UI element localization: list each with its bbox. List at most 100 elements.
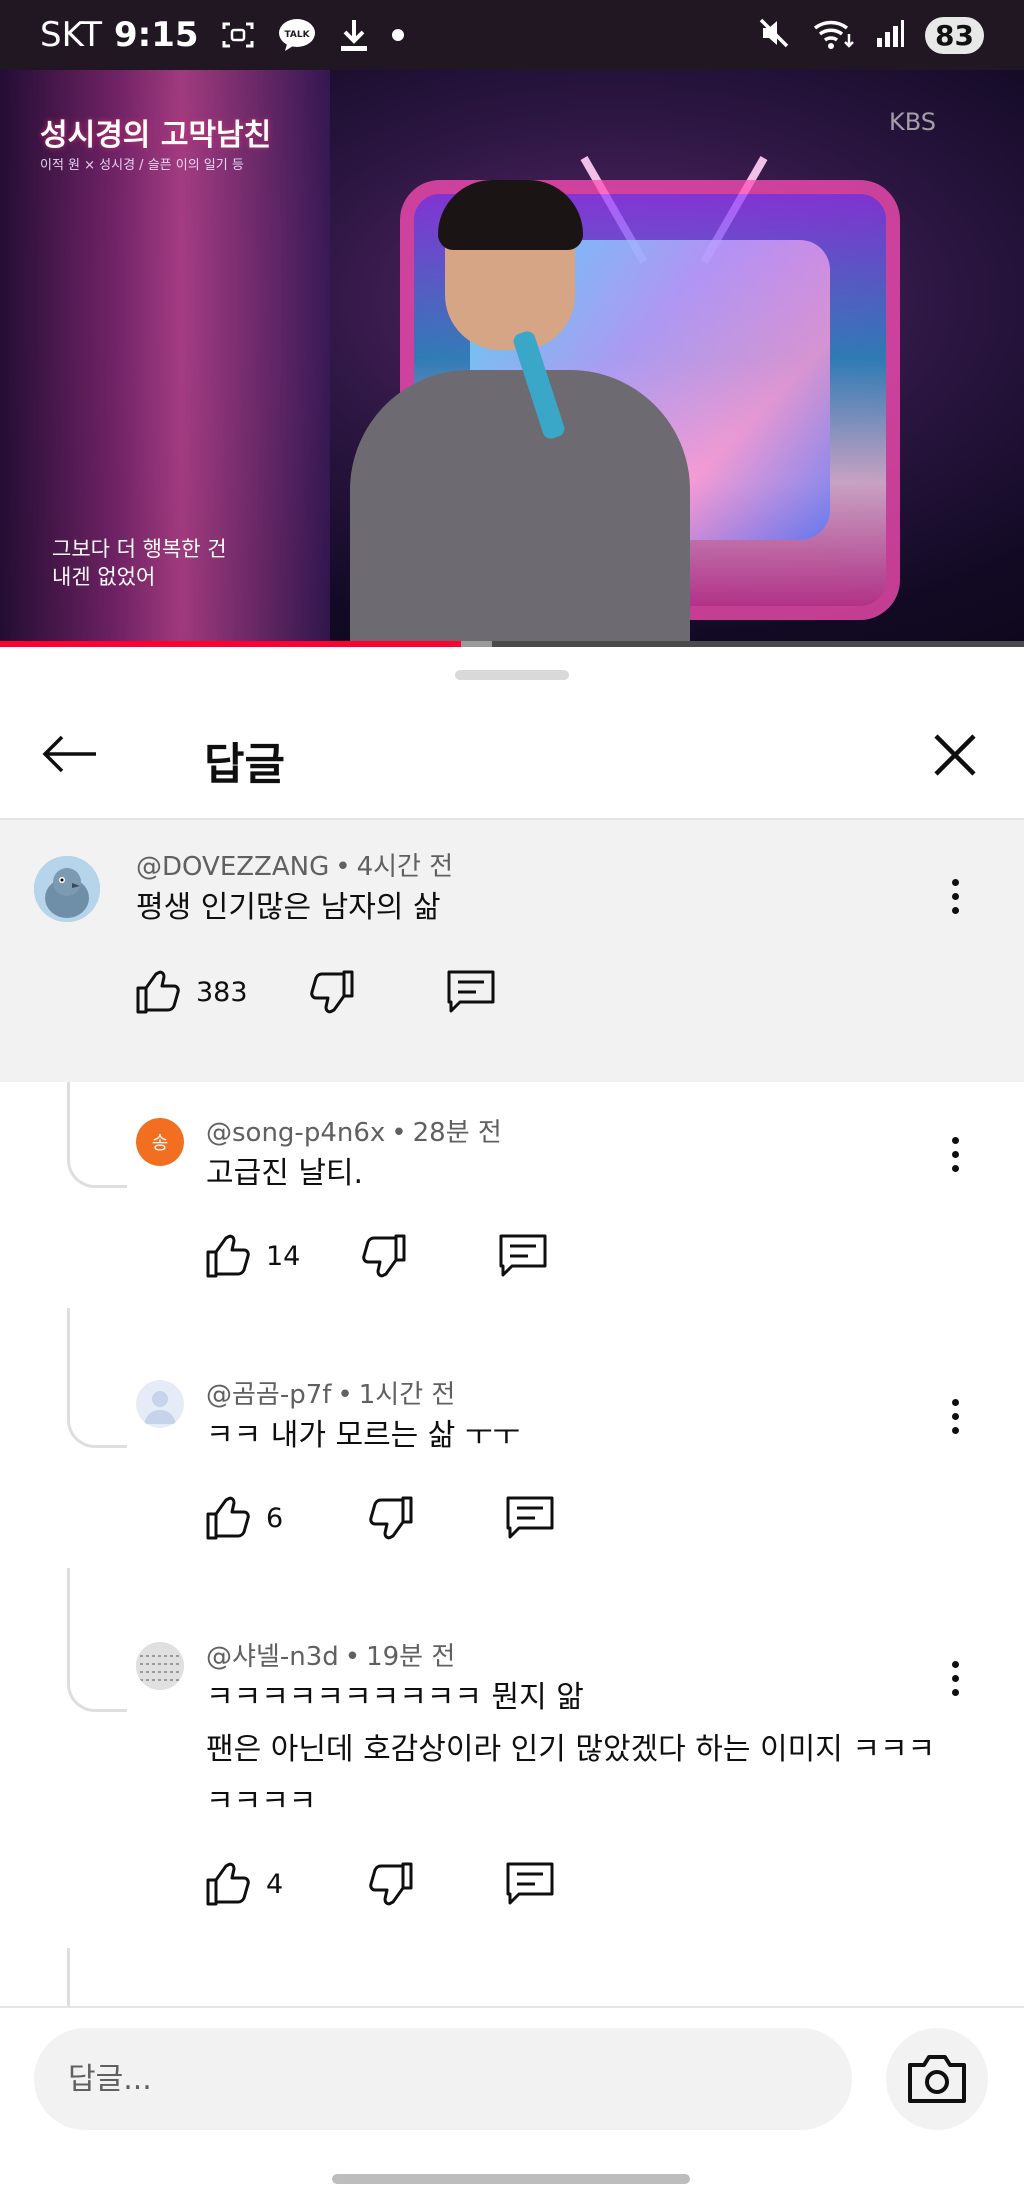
video-buffer-bar <box>460 641 492 647</box>
reply-button[interactable] <box>498 1232 548 1280</box>
thread-line <box>67 1948 70 2006</box>
more-options-button[interactable] <box>935 1124 975 1184</box>
meta-separator: • <box>344 1642 361 1672</box>
show-logo-subtitle: 이적 원 × 성시경 / 슬픈 이의 일기 등 <box>40 158 244 173</box>
thumbs-up-icon <box>206 1496 250 1540</box>
default-avatar-icon <box>144 1391 176 1424</box>
comment-handle[interactable]: @song-p4n6x <box>206 1118 385 1148</box>
thumbs-up-icon <box>136 970 180 1014</box>
subtitle-line: 그보다 더 행복한 건 <box>52 537 227 561</box>
dislike-button[interactable] <box>360 1232 408 1280</box>
comment-meta: @song-p4n6x • 28분 전 <box>206 1112 502 1149</box>
parent-comment: @DOVEZZANG • 4시간 전 평생 인기많은 남자의 삶 383 <box>0 820 1024 1082</box>
like-count: 383 <box>196 976 248 1008</box>
dislike-button[interactable] <box>367 1494 415 1542</box>
close-button[interactable] <box>922 722 988 788</box>
avatar[interactable] <box>34 856 100 922</box>
comment-text: ㅋㅋㅋㅋㅋㅋㅋㅋㅋㅋ 뭔지 앎 팬은 아닌데 호감상이라 인기 많았겠다 하는 … <box>206 1672 935 1828</box>
carrier-label: SKT <box>40 15 103 55</box>
comment-time: 19분 전 <box>366 1642 456 1672</box>
thumbs-down-icon <box>362 1234 406 1278</box>
video-player[interactable]: 성시경의 고막남친 이적 원 × 성시경 / 슬픈 이의 일기 등 KBS 그보… <box>0 70 1024 645</box>
reply-icon <box>499 1234 547 1277</box>
replies-sheet: 답글 @DOVEZZANG•4시간 전 평생 인기많은 남자의 삶 383 <box>0 648 1024 2196</box>
comment-handle[interactable]: @DOVEZZANG <box>136 852 329 882</box>
wifi-icon <box>811 16 855 54</box>
dislike-button[interactable] <box>308 968 356 1016</box>
like-button[interactable]: 4 <box>204 1860 283 1908</box>
comment-time: 4시간 전 <box>356 852 454 882</box>
like-button[interactable]: 14 <box>204 1232 300 1280</box>
comment-time: 1시간 전 <box>358 1380 456 1410</box>
back-button[interactable] <box>38 722 102 786</box>
comment-meta: @샤넬-n3d • 19분 전 <box>206 1636 455 1673</box>
talk-badge-text: TALK <box>284 30 310 40</box>
thumbs-up-icon <box>206 1234 250 1278</box>
home-indicator[interactable] <box>332 2174 690 2184</box>
broadcaster-watermark: KBS <box>888 108 936 136</box>
comment-actions: 6 <box>204 1494 555 1542</box>
thumbs-down-icon <box>369 1496 413 1540</box>
comment-handle[interactable]: @샤넬-n3d <box>206 1642 339 1672</box>
comment-text-line: ㅋㅋㅋㅋㅋㅋㅋㅋㅋㅋ 뭔지 앎 <box>206 1680 584 1715</box>
thread-connector <box>67 1082 127 1188</box>
reply-icon <box>447 970 495 1013</box>
comment-text: 고급진 날티. <box>206 1156 364 1191</box>
camera-button[interactable] <box>886 2028 988 2130</box>
comment-text: 평생 인기많은 남자의 삶 <box>136 890 441 925</box>
reply-input[interactable] <box>34 2028 852 2130</box>
more-options-button[interactable] <box>935 1648 975 1708</box>
reply-button[interactable] <box>505 1494 555 1542</box>
thumbs-up-icon <box>206 1862 250 1906</box>
avatar[interactable] <box>136 1380 184 1428</box>
comment-actions: 14 <box>204 1232 548 1280</box>
screenshot-icon <box>221 20 255 50</box>
comment-time: 28분 전 <box>412 1118 502 1148</box>
download-icon <box>339 18 369 52</box>
sheet-title: 답글 <box>204 739 285 790</box>
close-icon <box>934 734 976 776</box>
comment-meta: @DOVEZZANG • 4시간 전 <box>136 846 453 883</box>
arrow-left-icon <box>42 735 96 773</box>
thread-connector <box>67 1308 127 1448</box>
clock: 9:15 <box>114 15 199 55</box>
pattern-avatar-icon <box>136 1642 184 1690</box>
comment-actions: 4 <box>204 1860 555 1908</box>
like-count: 6 <box>266 1502 284 1534</box>
reply-icon <box>506 1862 554 1905</box>
comment-handle[interactable]: @곰곰-p7f <box>206 1380 331 1410</box>
show-logo: 성시경의 고막남친 <box>40 118 272 153</box>
singer-hair <box>438 180 583 250</box>
status-bar: SKT 9:15 TALK 83 <box>0 0 1024 70</box>
avatar[interactable] <box>136 1642 184 1690</box>
like-count: 14 <box>266 1240 301 1272</box>
comment-text-line: 팬은 아닌데 호감상이라 인기 많았겠다 하는 이미지 ㅋㅋㅋ <box>206 1732 936 1767</box>
thumbs-down-icon <box>309 970 354 1014</box>
mute-icon <box>757 16 791 54</box>
avatar[interactable]: 송 <box>136 1118 184 1166</box>
reply-button[interactable] <box>505 1860 555 1908</box>
dot-icon <box>391 28 405 42</box>
thread-connector <box>67 1568 127 1712</box>
pigeon-avatar-icon <box>34 856 100 922</box>
dislike-button[interactable] <box>367 1860 415 1908</box>
comment-actions: 383 <box>134 968 496 1016</box>
avatar-letter: 송 <box>151 1133 169 1154</box>
more-options-button[interactable] <box>935 866 975 926</box>
meta-separator: • <box>335 852 351 882</box>
like-button[interactable]: 383 <box>134 968 248 1016</box>
like-button[interactable]: 6 <box>204 1494 283 1542</box>
kakaotalk-icon: TALK <box>277 18 317 52</box>
thumbs-down-icon <box>369 1862 413 1906</box>
sheet-drag-handle[interactable] <box>455 670 569 680</box>
reply-button[interactable] <box>446 968 496 1016</box>
subtitle-line: 내겐 없었어 <box>52 565 156 589</box>
comment-meta: @곰곰-p7f • 1시간 전 <box>206 1374 455 1411</box>
like-count: 4 <box>266 1868 284 1900</box>
video-subtitle: 그보다 더 행복한 건 내겐 없었어 <box>52 535 227 591</box>
reply-icon <box>506 1496 554 1539</box>
video-progress-bar[interactable] <box>0 641 461 647</box>
more-options-button[interactable] <box>935 1386 975 1446</box>
sheet-header: 답글 <box>0 698 1024 818</box>
comment-text: ㅋㅋ 내가 모르는 삶 ㅜㅜ <box>206 1418 521 1453</box>
